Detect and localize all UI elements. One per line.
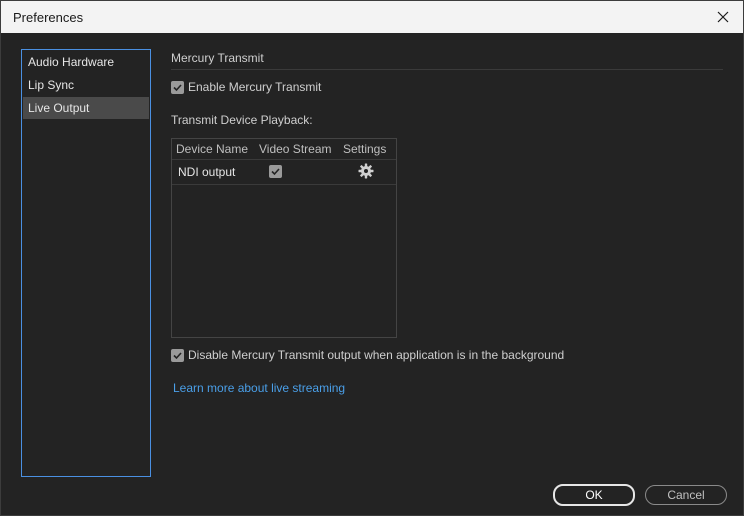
close-icon (717, 11, 729, 23)
section-divider (171, 69, 723, 70)
video-stream-checkbox[interactable] (269, 165, 282, 178)
sidebar-item-label: Lip Sync (28, 78, 75, 92)
cancel-button[interactable]: Cancel (645, 485, 727, 505)
preferences-sidebar: Audio Hardware Lip Sync Live Output (21, 49, 151, 477)
enable-mercury-transmit-label: Enable Mercury Transmit (188, 80, 322, 94)
window-title: Preferences (13, 10, 84, 25)
sidebar-item-audio-hardware[interactable]: Audio Hardware (23, 51, 149, 73)
checkbox-checked-icon (171, 80, 184, 94)
disable-background-output-label: Disable Mercury Transmit output when app… (188, 348, 565, 362)
device-table: Device Name Video Stream Settings NDI ou… (171, 138, 397, 338)
transmit-device-playback-label: Transmit Device Playback: (171, 113, 313, 127)
title-bar: Preferences (1, 1, 743, 33)
column-header-video-stream: Video Stream (259, 142, 332, 156)
sidebar-item-label: Live Output (28, 101, 90, 115)
disable-background-output-checkbox[interactable]: Disable Mercury Transmit output when app… (171, 348, 564, 362)
gear-icon[interactable] (358, 163, 374, 184)
preferences-dialog: Preferences Audio Hardware Lip Sync Live… (0, 0, 744, 516)
column-header-settings: Settings (343, 142, 387, 156)
learn-more-link[interactable]: Learn more about live streaming (173, 381, 345, 395)
enable-mercury-transmit-checkbox[interactable]: Enable Mercury Transmit (171, 80, 321, 94)
sidebar-item-label: Audio Hardware (28, 55, 115, 69)
close-button[interactable] (709, 5, 737, 29)
section-title: Mercury Transmit (171, 51, 264, 65)
ok-button[interactable]: OK (553, 484, 635, 506)
table-row: NDI output (172, 160, 396, 185)
checkbox-checked-icon (171, 348, 184, 362)
sidebar-item-live-output[interactable]: Live Output (23, 97, 149, 119)
sidebar-item-lip-sync[interactable]: Lip Sync (23, 74, 149, 96)
device-name-cell: NDI output (178, 165, 236, 179)
column-header-device-name: Device Name (176, 142, 249, 156)
